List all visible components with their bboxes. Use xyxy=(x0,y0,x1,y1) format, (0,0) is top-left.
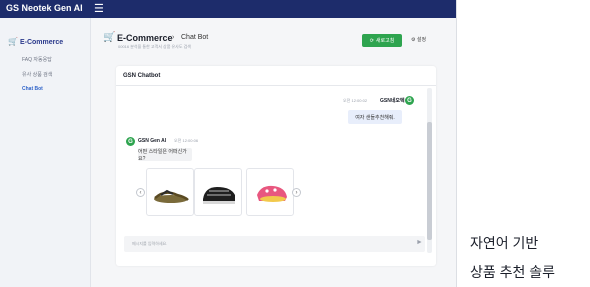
header-cart-icon: 🛒 xyxy=(103,32,116,43)
user-name: GSN네오텍 xyxy=(380,98,405,104)
product-card-strap-sandal[interactable] xyxy=(194,168,242,216)
product-card-pink-shoe[interactable] xyxy=(246,168,294,216)
page-subtitle: 00016 분석을 통한 고객서 상품 유사도 검색 xyxy=(118,44,191,49)
cart-icon: 🛒 xyxy=(8,37,18,46)
page-title: E-Commerce xyxy=(117,33,173,43)
sidebar-item-chatbot[interactable]: Chat Bot xyxy=(22,86,43,92)
new-chat-button[interactable]: ⟳ 새로고침 xyxy=(362,34,402,47)
sidebar-section-ecommerce[interactable]: 🛒 E-Commerce xyxy=(8,37,63,46)
user-message-bubble: 여자 샌들추천해줘. xyxy=(348,110,402,124)
carousel-prev-button[interactable]: ‹ xyxy=(136,188,145,197)
pink-shoe-image xyxy=(257,185,287,202)
bot-message-time: 오전 12:00:06 xyxy=(174,138,199,143)
scroll-thumb[interactable] xyxy=(427,122,432,240)
refresh-icon: ⟳ xyxy=(369,37,374,44)
bot-avatar: G xyxy=(126,137,135,146)
chat-panel: GSN Chatbot 오전 12:00:02 GSN네오텍 G 여자 샌들추천… xyxy=(116,66,436,266)
breadcrumb-separator: › xyxy=(172,34,175,41)
chat-scrollbar[interactable] xyxy=(427,88,432,253)
message-input[interactable]: 메시지를 입력하세요. ► xyxy=(124,236,425,252)
new-chat-label: 새로고침 xyxy=(375,38,395,44)
gear-icon: ⚙ xyxy=(411,37,416,43)
settings-button[interactable]: ⚙ 설정 xyxy=(411,36,426,43)
message-input-placeholder: 메시지를 입력하세요. xyxy=(132,241,168,246)
settings-label: 설정 xyxy=(416,37,427,43)
chat-title: GSN Chatbot xyxy=(123,73,161,79)
sidebar-item-similar-search[interactable]: 유사 상품 검색 xyxy=(22,71,52,78)
sidebar: 🛒 E-Commerce FAQ 자동응답 유사 상품 검색 Chat Bot xyxy=(0,18,91,287)
strap-sandal-image xyxy=(203,187,235,204)
caption-line-1: 자연어 기반 xyxy=(470,235,539,251)
chat-divider xyxy=(116,85,436,86)
top-bar: GS Neotek Gen AI ☰ xyxy=(0,0,456,18)
sidebar-item-faq[interactable]: FAQ 자동응답 xyxy=(22,56,52,63)
caption-line-2: 상품 추천 솔루 xyxy=(470,264,556,280)
send-icon[interactable]: ► xyxy=(416,239,423,246)
breadcrumb-current: Chat Bot xyxy=(181,34,209,41)
brand-title: GS Neotek Gen AI xyxy=(6,3,83,13)
user-avatar: G xyxy=(405,96,414,105)
sidebar-section-label: E-Commerce xyxy=(19,39,64,46)
bot-message-bubble: 어떤 스타일은 어떠신가요? xyxy=(138,148,192,162)
user-message-time: 오전 12:00:02 xyxy=(343,98,368,103)
hamburger-icon[interactable]: ☰ xyxy=(94,2,104,15)
flat-sandal-image xyxy=(154,189,189,203)
product-card-flat-sandal[interactable] xyxy=(146,168,194,216)
app-window: GS Neotek Gen AI ☰ 🛒 E-Commerce FAQ 자동응답 … xyxy=(0,0,457,287)
carousel-next-button[interactable]: › xyxy=(292,188,301,197)
bot-name: GSN Gen AI xyxy=(138,138,167,144)
